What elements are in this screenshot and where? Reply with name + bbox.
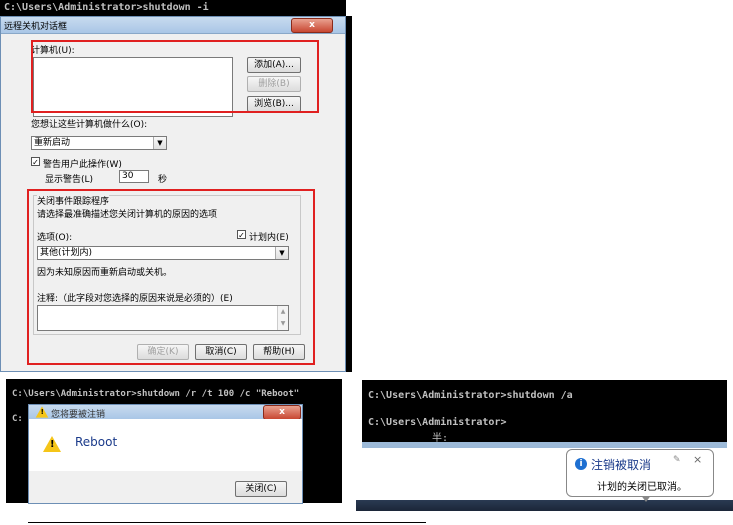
warning-icon: !: [43, 436, 61, 452]
balloon-title: 注销被取消: [591, 458, 652, 472]
warning-seconds-input[interactable]: 30: [119, 170, 149, 183]
dialog-titlebar: 远程关机对话框 x: [1, 17, 345, 34]
close-button[interactable]: x: [263, 405, 301, 420]
terminal-command-line: C:\Users\Administrator>shutdown -i: [4, 2, 209, 13]
taskbar: [356, 500, 733, 511]
close-icon: x: [309, 20, 315, 30]
terminal-prompt: C:: [12, 414, 23, 424]
highlight-computers: [31, 40, 319, 113]
close-icon[interactable]: ×: [693, 453, 702, 466]
close-button[interactable]: x: [291, 18, 333, 33]
top-terminal: C:\Users\Administrator>shutdown -i: [0, 0, 346, 16]
action-question: 您想让这些计算机做什么(O):: [31, 120, 148, 130]
dialog-message: Reboot: [75, 435, 118, 449]
info-icon: i: [575, 458, 587, 470]
ime-indicator: 半:: [432, 433, 449, 444]
warning-icon: !: [35, 406, 49, 418]
action-select[interactable]: 重新启动 ▼: [31, 136, 167, 150]
action-select-value: 重新启动: [34, 138, 71, 148]
highlight-event-tracker: [27, 189, 315, 365]
balloon-message: 计划的关闭已取消。: [597, 482, 687, 493]
notification-balloon[interactable]: i 注销被取消 ✎ × 计划的关闭已取消。: [566, 449, 714, 497]
terminal-prompt: C:\Users\Administrator>: [368, 417, 507, 428]
terminal-right-edge: [346, 16, 352, 372]
display-warning-label: 显示警告(L): [45, 175, 94, 185]
logoff-warning-dialog: ! 您将要被注销 x ! Reboot 关闭(C): [28, 404, 303, 504]
chevron-down-icon: ▼: [153, 137, 166, 149]
pin-icon[interactable]: ✎: [673, 455, 681, 465]
dialog-title: 远程关机对话框: [4, 22, 68, 32]
seconds-label: 秒: [158, 175, 168, 185]
logoff-close-button[interactable]: 关闭(C): [235, 481, 287, 497]
terminal-command-line: C:\Users\Administrator>shutdown /r /t 10…: [12, 389, 300, 399]
bottom-right-terminal: C:\Users\Administrator>shutdown /a C:\Us…: [362, 380, 727, 448]
remote-shutdown-dialog: 远程关机对话框 x 计算机(U): 添加(A)... 删除(B) 浏览(B)..…: [0, 16, 346, 372]
warn-checkbox[interactable]: ✓: [31, 157, 40, 167]
dialog-body: ! Reboot: [29, 419, 302, 471]
dialog-titlebar: ! 您将要被注销 x: [29, 405, 302, 420]
close-icon: x: [279, 407, 285, 417]
terminal-command-line: C:\Users\Administrator>shutdown /a: [368, 390, 573, 401]
warn-checkbox-label: 警告用户此操作(W): [43, 160, 122, 170]
divider-line: [28, 522, 426, 523]
